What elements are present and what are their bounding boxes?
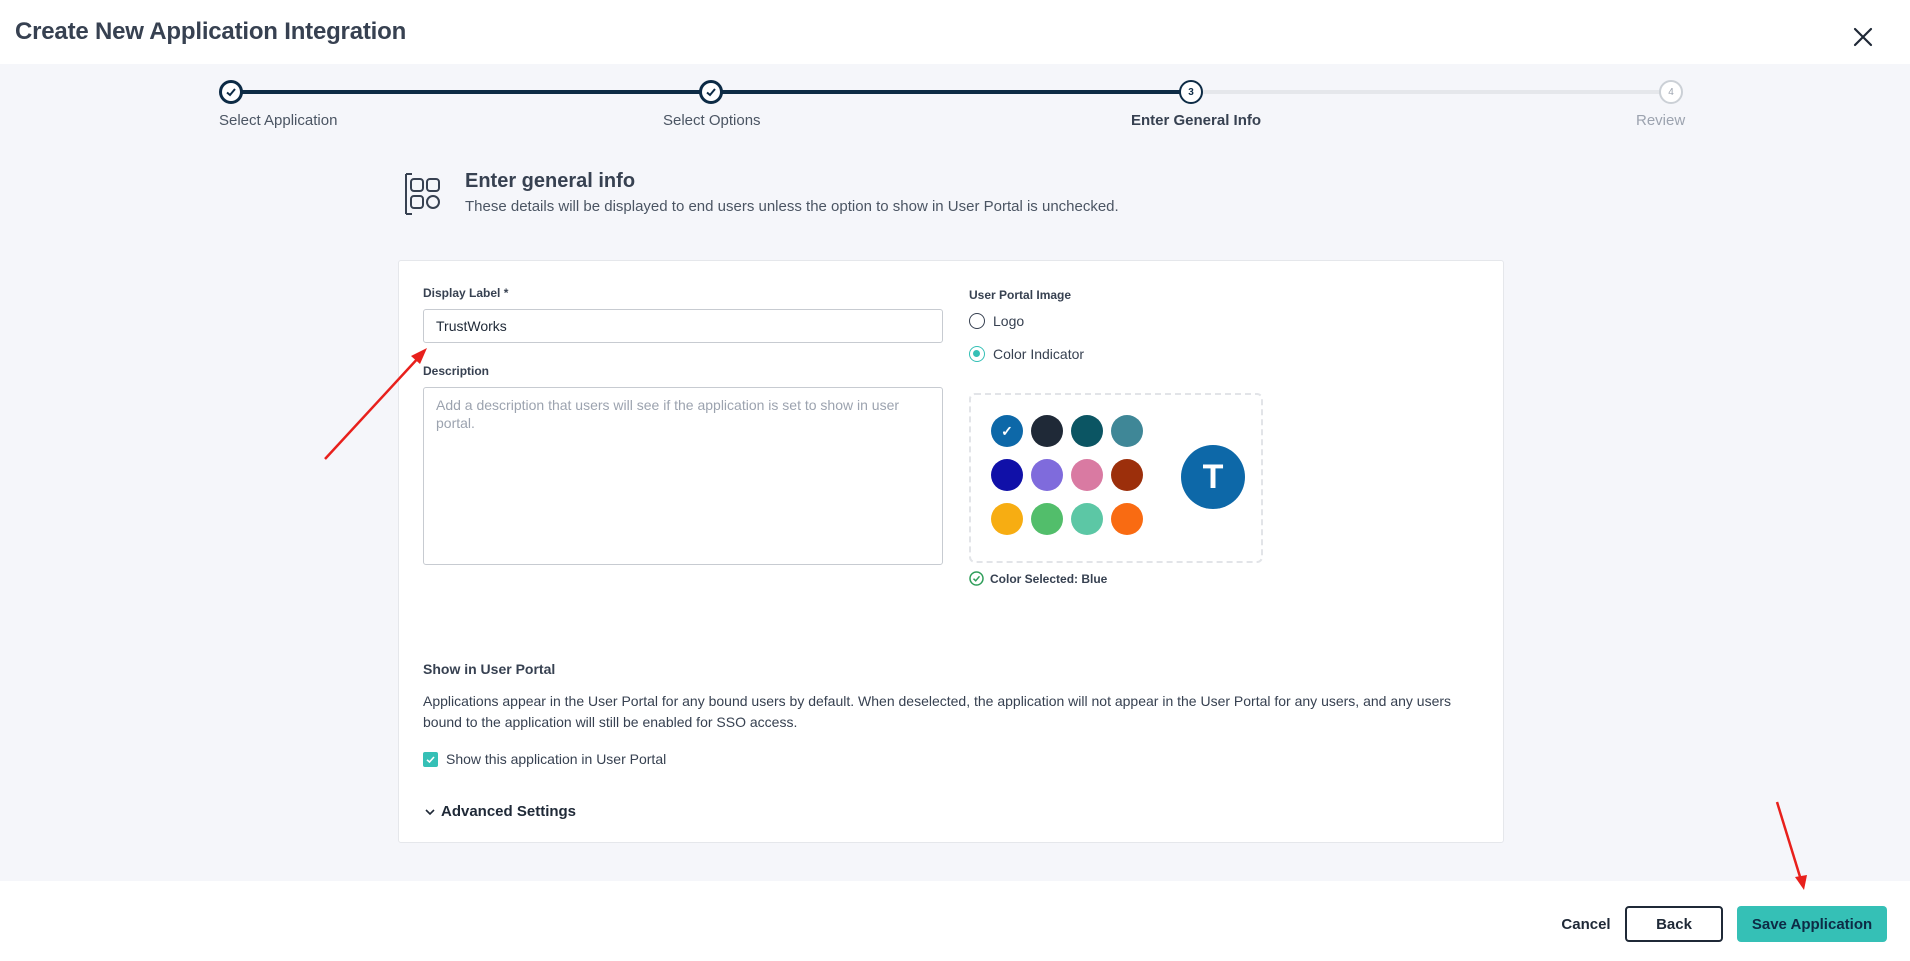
- save-application-button[interactable]: Save Application: [1737, 906, 1887, 942]
- section-description: These details will be displayed to end u…: [465, 198, 1119, 215]
- show-in-portal-checkbox[interactable]: [423, 751, 438, 767]
- modal-footer: Cancel Back Save Application: [0, 881, 1910, 961]
- step-4-node: 4: [1659, 80, 1683, 104]
- progress-stepper: 3 4 Select Application Select Options En…: [0, 64, 1910, 144]
- step-1-node: [219, 80, 243, 104]
- step-1-label: Select Application: [219, 112, 338, 129]
- close-icon: [1853, 27, 1873, 47]
- color-indicator-radio-label: Color Indicator: [993, 346, 1085, 362]
- logo-radio-label: Logo: [993, 313, 1025, 329]
- chevron-down-icon: [425, 808, 435, 815]
- step-3-label: Enter General Info: [1131, 112, 1262, 129]
- apps-grid-icon: [402, 172, 444, 216]
- step-2-node: [699, 80, 723, 104]
- color-swatch[interactable]: [1111, 503, 1143, 535]
- check-icon: [226, 88, 236, 97]
- color-swatch[interactable]: [1031, 503, 1063, 535]
- color-swatch[interactable]: [1031, 459, 1063, 491]
- section-title: Enter general info: [465, 170, 636, 192]
- color-swatch[interactable]: [991, 459, 1023, 491]
- check-icon: [706, 88, 716, 97]
- color-swatch[interactable]: [991, 503, 1023, 535]
- display-label-input[interactable]: [423, 309, 943, 343]
- color-picker: ✓ T: [969, 393, 1263, 563]
- logo-radio-option[interactable]: Logo: [969, 313, 1024, 329]
- color-swatch[interactable]: [1071, 415, 1103, 447]
- close-button[interactable]: [1852, 26, 1882, 56]
- general-info-card: Display Label * Description User Portal …: [398, 260, 1504, 843]
- step-connector-2: [711, 90, 1191, 94]
- step-3-node: 3: [1179, 80, 1203, 104]
- step-4-label: Review: [1636, 112, 1686, 129]
- color-swatch[interactable]: [1071, 459, 1103, 491]
- color-swatch[interactable]: [1031, 415, 1063, 447]
- avatar-preview: T: [1181, 445, 1245, 509]
- show-in-portal-title: Show in User Portal: [423, 661, 556, 677]
- back-button[interactable]: Back: [1625, 906, 1723, 942]
- check-circle-icon: [969, 571, 984, 586]
- display-label-label: Display Label *: [423, 286, 509, 300]
- color-swatch[interactable]: [1071, 503, 1103, 535]
- color-swatch[interactable]: [1111, 459, 1143, 491]
- description-label: Description: [423, 364, 490, 378]
- portal-image-label: User Portal Image: [969, 288, 1072, 302]
- modal-header: Create New Application Integration: [0, 0, 1910, 64]
- step-connector-3: [1191, 90, 1671, 94]
- logo-radio[interactable]: [969, 313, 985, 329]
- show-in-portal-label: Show this application in User Portal: [446, 751, 667, 767]
- step-2-label: Select Options: [663, 112, 761, 129]
- description-textarea[interactable]: [423, 387, 943, 565]
- color-selected-status: Color Selected: Blue: [969, 571, 1107, 586]
- color-indicator-radio-option[interactable]: Color Indicator: [969, 346, 1084, 362]
- color-indicator-radio[interactable]: [969, 346, 985, 362]
- check-icon: [426, 755, 435, 763]
- page-title: Create New Application Integration: [15, 18, 407, 45]
- main-content: 3 4 Select Application Select Options En…: [0, 64, 1910, 881]
- color-swatch[interactable]: ✓: [991, 415, 1023, 447]
- advanced-settings-toggle[interactable]: Advanced Settings: [423, 803, 576, 820]
- cancel-button[interactable]: Cancel: [1548, 906, 1624, 942]
- color-swatch[interactable]: [1111, 415, 1143, 447]
- selected-check-icon: ✓: [1001, 422, 1013, 439]
- step-connector-1: [231, 90, 711, 94]
- show-in-portal-description: Applications appear in the User Portal f…: [423, 693, 1452, 730]
- advanced-settings-label: Advanced Settings: [441, 803, 577, 820]
- color-selected-text: Color Selected: Blue: [990, 571, 1108, 586]
- show-in-portal-option[interactable]: Show this application in User Portal: [423, 751, 666, 767]
